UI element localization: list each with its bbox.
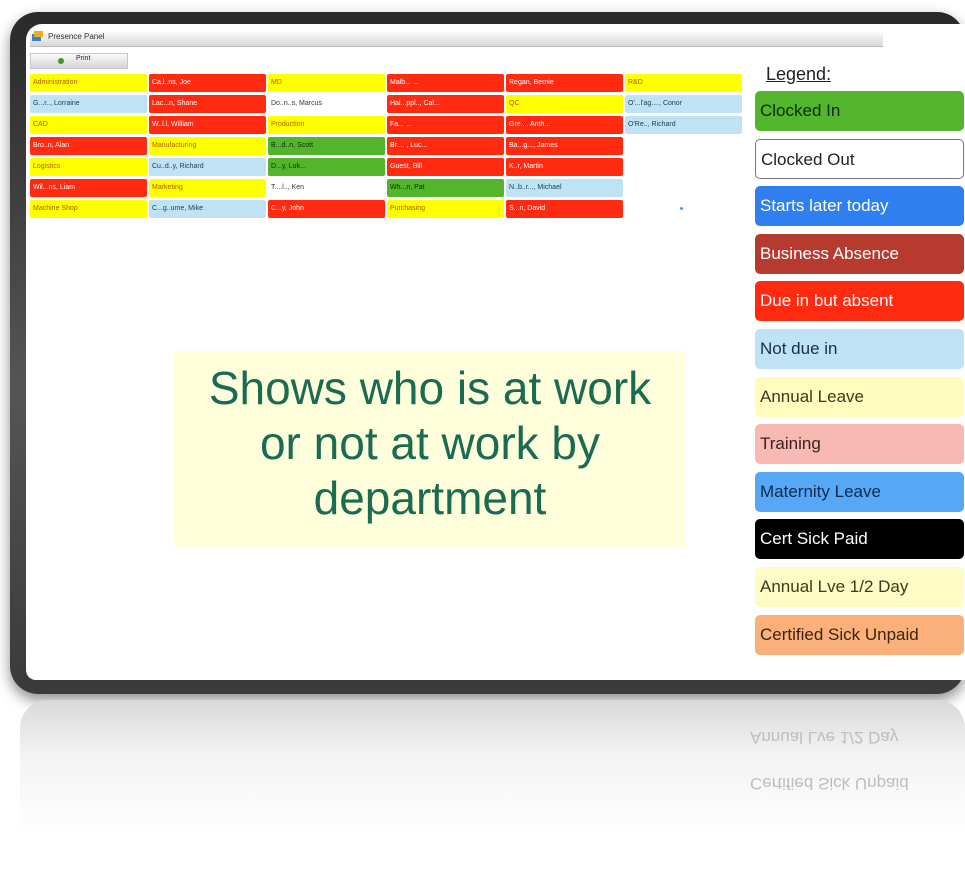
cursor-dot [680,207,683,210]
department-header: Production [268,116,385,134]
employee-cell[interactable]: Bro..n, Alan [30,137,147,155]
presence-panel-window: Presence Panel Print Administration Ca,l.… [26,24,965,680]
department-header: Administration [30,74,147,92]
employee-cell[interactable]: Malb... ... [387,74,504,92]
employee-cell[interactable]: Guest, Bill [387,158,504,176]
department-header: Machine Shop [30,200,147,218]
employee-cell[interactable]: Cu..d..y, Richard [149,158,266,176]
employee-cell[interactable]: Br.... , Luc... [387,137,504,155]
legend-item: Starts later today [755,186,964,227]
department-header: MD [268,74,385,92]
legend-item: Clocked Out [755,138,964,179]
print-icon [58,58,64,64]
employee-cell[interactable]: S...n, David [506,200,623,218]
app-icon [32,31,43,41]
window-title: Presence Panel [48,32,105,41]
legend-item: Not due in [755,329,964,369]
legend-item: Certified Sick Unpaid [755,614,964,655]
employee-cell[interactable]: Wh...n, Pat [387,179,504,197]
employee-cell[interactable]: C...y, John [268,200,385,218]
department-header: Logistics [30,158,147,176]
legend-item: Business Absence [755,233,964,274]
legend-item: Annual Leave [755,376,964,417]
caption-line-2: or not at work by [259,417,601,469]
legend-item: Annual Lve 1/2 Day [755,567,964,607]
reflection-item: Certified Sick Unpaid [750,774,909,793]
caption-text: Shows who is at work or not at work by d… [174,361,686,526]
employee-cell[interactable]: K..r, Martin [506,158,623,176]
employee-cell[interactable]: W..l.l, William [149,116,266,134]
employee-cell[interactable]: Gre.... Anth... [506,116,623,134]
employee-cell[interactable]: Hal...ppl.., Cal... [387,95,504,113]
screen-reflection: Certified Sick Unpaid Annual Lve 1/2 Day [20,700,965,879]
employee-cell[interactable]: O'Re.., Richard [625,116,742,134]
print-button[interactable]: Print [30,53,128,69]
legend-item: Training [755,424,964,465]
legend-item: Due in but absent [755,281,964,322]
department-header: Purchasing [387,200,504,218]
department-header: QC [506,95,623,113]
caption-line-3: department [313,472,547,524]
print-label: Print [76,55,91,62]
employee-cell[interactable]: G...r.., Lorraine [30,95,147,113]
window-titlebar: Presence Panel [30,30,883,47]
employee-cell[interactable]: N..b..r..., Michael [506,179,623,197]
legend-title: Legend: [766,64,832,84]
employee-cell[interactable]: O'...l'ag...., Conor [625,95,742,113]
reflection-text: Certified Sick Unpaid Annual Lve 1/2 Day [750,714,909,806]
legend-item: Cert Sick Paid [755,519,964,560]
caption-box: Shows who is at work or not at work by d… [174,351,686,547]
legend-item: Maternity Leave [755,471,964,512]
caption-line-1: Shows who is at work [208,362,652,414]
employee-cell[interactable]: Regan, Bernie [506,74,623,92]
employee-cell[interactable]: T....l.., Ken [268,179,385,197]
legend-item: Clocked In [755,91,964,131]
employee-cell[interactable]: Lac...n, Shane [149,95,266,113]
employee-cell[interactable]: D...y, Luk... [268,158,385,176]
employee-cell[interactable]: Fa... ... [387,116,504,134]
department-header: Manufacturing [149,137,266,155]
employee-cell[interactable]: C...g..ume, Mike [149,200,266,218]
department-header: R&D [625,74,742,92]
employee-cell[interactable]: Do..n..s, Marcus [268,95,385,113]
employee-cell[interactable]: Wil...ns, Liam [30,179,147,197]
employee-cell[interactable]: Ca,l..ns, Joe [149,74,266,92]
employee-cell[interactable]: B...d..n, Scott [268,137,385,155]
employee-cell[interactable]: Ba...g..., James [506,137,623,155]
department-header: Marketing [149,179,266,197]
department-header: CAD [30,116,147,134]
reflection-item: Annual Lve 1/2 Day [750,728,899,747]
